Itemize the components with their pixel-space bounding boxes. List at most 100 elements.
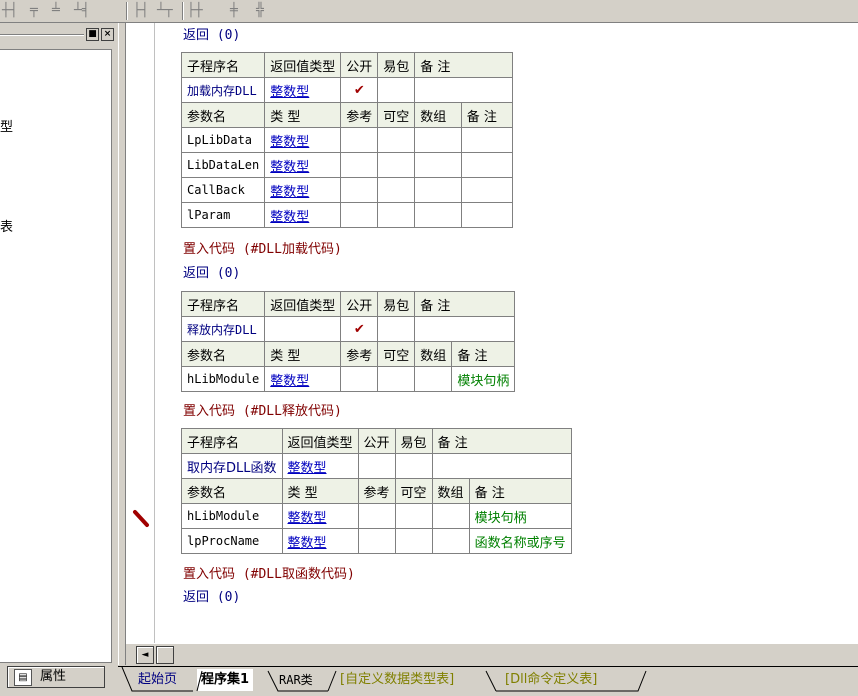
insert-code-statement[interactable]: 置入代码 (#DLL释放代码): [183, 400, 342, 419]
same-width-icon[interactable]: ├┤: [133, 3, 149, 19]
col-note: 备 注: [431, 428, 572, 454]
note-cell[interactable]: [414, 77, 514, 103]
properties-tab[interactable]: ▤ 属性: [7, 666, 105, 688]
col-nullable: 可空: [394, 478, 433, 504]
edit-marker-icon: [133, 510, 149, 527]
return-statement[interactable]: 返回 (0): [183, 262, 240, 281]
subroutine-table[interactable]: 子程序名 返回值类型 公开 易包 备 注 加载内存DLL 整数型 ✔ 参数名 类…: [180, 52, 514, 228]
param-nullable[interactable]: [377, 366, 416, 392]
code-editor[interactable]: 返回 (0) 子程序名 返回值类型 公开 易包 备 注 加载内存DLL 整数型 …: [155, 23, 858, 643]
panel-splitter[interactable]: [118, 23, 126, 665]
param-array[interactable]: [414, 366, 453, 392]
col-easy: 易包: [394, 428, 433, 454]
insert-code-statement[interactable]: 置入代码 (#DLL取函数代码): [183, 563, 355, 582]
note-cell[interactable]: [414, 316, 516, 342]
note-cell[interactable]: [431, 453, 572, 479]
param-type[interactable]: 整数型: [264, 127, 342, 153]
param-name[interactable]: lParam: [180, 202, 266, 228]
panel-header: ■ ×: [0, 28, 117, 42]
center-icon[interactable]: ╬: [256, 3, 264, 19]
param-note[interactable]: 模块句柄: [468, 503, 572, 529]
scroll-thumb[interactable]: [156, 646, 174, 664]
param-name[interactable]: hLibModule: [181, 503, 283, 529]
col-public: 公开: [340, 52, 379, 78]
easy-cell[interactable]: [394, 453, 433, 479]
param-nullable[interactable]: [394, 528, 433, 554]
col-type: 类 型: [264, 102, 342, 128]
tree-item[interactable]: 表: [0, 216, 13, 235]
param-note[interactable]: [460, 177, 514, 203]
param-type[interactable]: 整数型: [264, 202, 342, 228]
param-array[interactable]: [431, 503, 470, 529]
param-name[interactable]: hLibModule: [180, 366, 266, 392]
param-nullable[interactable]: [377, 202, 416, 228]
project-tree[interactable]: 型 表: [0, 49, 112, 663]
insert-code-statement[interactable]: 置入代码 (#DLL加载代码): [183, 238, 342, 257]
document-tabs: 起始页 程序集1 RAR类 [自定义数据类型表] [Dll命令定义表]: [118, 666, 858, 696]
param-nullable[interactable]: [377, 152, 416, 178]
return-type-value[interactable]: 整数型: [264, 77, 342, 103]
align-left-icon[interactable]: ┼┤: [2, 3, 18, 19]
col-return-type: 返回值类型: [281, 428, 359, 454]
param-type[interactable]: 整数型: [281, 503, 359, 529]
same-height-icon[interactable]: ┴┬: [157, 3, 173, 19]
easy-cell[interactable]: [377, 316, 416, 342]
distribute-icon[interactable]: ┴╡: [74, 3, 90, 19]
tree-item[interactable]: 型: [0, 116, 13, 135]
param-array[interactable]: [414, 177, 462, 203]
public-check[interactable]: ✔: [340, 77, 379, 103]
public-check[interactable]: ✔: [340, 316, 379, 342]
param-array[interactable]: [414, 202, 462, 228]
return-type-value[interactable]: 整数型: [281, 453, 359, 479]
param-type[interactable]: 整数型: [264, 177, 342, 203]
param-name[interactable]: LibDataLen: [180, 152, 266, 178]
param-type[interactable]: 整数型: [264, 152, 342, 178]
scroll-left-button[interactable]: ◄: [136, 646, 154, 664]
param-ref[interactable]: [340, 202, 379, 228]
param-name[interactable]: LpLibData: [180, 127, 266, 153]
subroutine-name[interactable]: 取内存DLL函数: [181, 453, 283, 479]
col-param-note: 备 注: [451, 341, 516, 367]
param-note[interactable]: 函数名称或序号: [468, 528, 572, 554]
param-array[interactable]: [414, 127, 462, 153]
param-type[interactable]: 整数型: [281, 528, 359, 554]
param-ref[interactable]: [357, 528, 396, 554]
param-nullable[interactable]: [377, 177, 416, 203]
param-type[interactable]: 整数型: [264, 366, 342, 392]
col-return-type: 返回值类型: [264, 291, 342, 317]
return-statement[interactable]: 返回 (0): [183, 24, 240, 43]
align-center-icon[interactable]: ╤: [30, 3, 38, 19]
param-ref[interactable]: [340, 366, 379, 392]
param-ref[interactable]: [357, 503, 396, 529]
param-ref[interactable]: [340, 177, 379, 203]
param-array[interactable]: [414, 152, 462, 178]
return-type-value[interactable]: [264, 316, 342, 342]
resize-height-icon[interactable]: ╪: [230, 3, 238, 19]
public-check[interactable]: [357, 453, 396, 479]
resize-width-icon[interactable]: ├┼: [187, 3, 203, 19]
param-note[interactable]: [460, 152, 514, 178]
param-nullable[interactable]: [377, 127, 416, 153]
param-note[interactable]: 模块句柄: [451, 366, 516, 392]
subroutine-table[interactable]: 子程序名 返回值类型 公开 易包 备 注 释放内存DLL ✔ 参数名 类 型 参…: [180, 291, 516, 392]
align-top-icon[interactable]: ╧: [52, 3, 60, 19]
subroutine-name[interactable]: 加载内存DLL: [180, 77, 266, 103]
col-ref: 参考: [357, 478, 396, 504]
param-ref[interactable]: [340, 152, 379, 178]
param-ref[interactable]: [340, 127, 379, 153]
param-note[interactable]: [460, 127, 514, 153]
col-subname: 子程序名: [180, 291, 266, 317]
close-button[interactable]: ×: [101, 28, 114, 41]
return-statement[interactable]: 返回 (0): [183, 586, 240, 605]
param-nullable[interactable]: [394, 503, 433, 529]
param-name[interactable]: CallBack: [180, 177, 266, 203]
horizontal-scrollbar[interactable]: ◄: [126, 643, 858, 666]
param-name[interactable]: lpProcName: [181, 528, 283, 554]
param-note[interactable]: [460, 202, 514, 228]
subroutine-name[interactable]: 释放内存DLL: [180, 316, 266, 342]
left-panel: ■ × 型 表: [0, 23, 118, 665]
subroutine-table[interactable]: 子程序名 返回值类型 公开 易包 备 注 取内存DLL函数 整数型 参数名 类 …: [181, 428, 572, 554]
param-array[interactable]: [431, 528, 470, 554]
easy-cell[interactable]: [377, 77, 416, 103]
minimize-button[interactable]: ■: [86, 28, 99, 41]
